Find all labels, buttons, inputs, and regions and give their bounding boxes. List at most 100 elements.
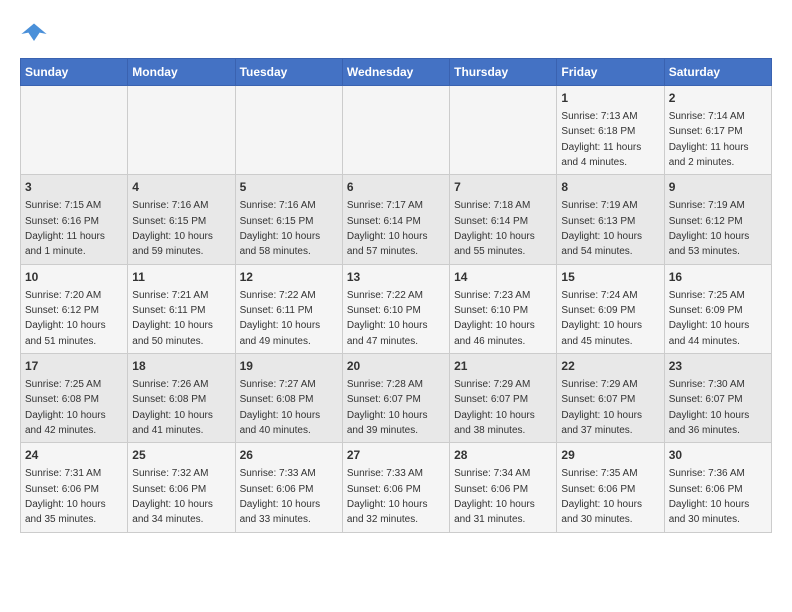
day-info: Sunrise: 7:25 AM Sunset: 6:08 PM Dayligh… xyxy=(25,379,106,436)
day-info: Sunrise: 7:22 AM Sunset: 6:10 PM Dayligh… xyxy=(347,290,428,347)
header-row: SundayMondayTuesdayWednesdayThursdayFrid… xyxy=(21,59,772,86)
day-number: 21 xyxy=(454,358,552,375)
column-header-thursday: Thursday xyxy=(450,59,557,86)
day-number: 16 xyxy=(669,269,767,286)
day-info: Sunrise: 7:24 AM Sunset: 6:09 PM Dayligh… xyxy=(561,290,642,347)
day-number: 4 xyxy=(132,179,230,196)
day-cell: 12 Sunrise: 7:22 AM Sunset: 6:11 PM Dayli… xyxy=(235,264,342,353)
day-cell: 20 Sunrise: 7:28 AM Sunset: 6:07 PM Dayli… xyxy=(342,354,449,443)
day-cell xyxy=(21,86,128,175)
day-number: 19 xyxy=(240,358,338,375)
day-number: 15 xyxy=(561,269,659,286)
day-number: 3 xyxy=(25,179,123,196)
day-info: Sunrise: 7:32 AM Sunset: 6:06 PM Dayligh… xyxy=(132,468,213,525)
day-info: Sunrise: 7:20 AM Sunset: 6:12 PM Dayligh… xyxy=(25,290,106,347)
day-cell: 3 Sunrise: 7:15 AM Sunset: 6:16 PM Daylig… xyxy=(21,175,128,264)
day-info: Sunrise: 7:15 AM Sunset: 6:16 PM Dayligh… xyxy=(25,200,105,257)
day-number: 8 xyxy=(561,179,659,196)
day-info: Sunrise: 7:29 AM Sunset: 6:07 PM Dayligh… xyxy=(454,379,535,436)
week-row-3: 10Sunrise: 7:20 AM Sunset: 6:12 PM Dayli… xyxy=(21,264,772,353)
day-number: 27 xyxy=(347,447,445,464)
day-cell: 18 Sunrise: 7:26 AM Sunset: 6:08 PM Dayli… xyxy=(128,354,235,443)
day-info: Sunrise: 7:16 AM Sunset: 6:15 PM Dayligh… xyxy=(240,200,321,257)
day-number: 2 xyxy=(669,90,767,107)
day-cell: 21 Sunrise: 7:29 AM Sunset: 6:07 PM Dayli… xyxy=(450,354,557,443)
day-info: Sunrise: 7:25 AM Sunset: 6:09 PM Dayligh… xyxy=(669,290,750,347)
day-info: Sunrise: 7:33 AM Sunset: 6:06 PM Dayligh… xyxy=(347,468,428,525)
day-number: 12 xyxy=(240,269,338,286)
day-info: Sunrise: 7:28 AM Sunset: 6:07 PM Dayligh… xyxy=(347,379,428,436)
day-info: Sunrise: 7:18 AM Sunset: 6:14 PM Dayligh… xyxy=(454,200,535,257)
day-cell xyxy=(128,86,235,175)
day-cell: 14 Sunrise: 7:23 AM Sunset: 6:10 PM Dayli… xyxy=(450,264,557,353)
day-number: 23 xyxy=(669,358,767,375)
day-cell: 27 Sunrise: 7:33 AM Sunset: 6:06 PM Dayli… xyxy=(342,443,449,532)
day-cell xyxy=(450,86,557,175)
day-number: 5 xyxy=(240,179,338,196)
day-number: 25 xyxy=(132,447,230,464)
day-number: 17 xyxy=(25,358,123,375)
day-cell: 9 Sunrise: 7:19 AM Sunset: 6:12 PM Daylig… xyxy=(664,175,771,264)
week-row-2: 3 Sunrise: 7:15 AM Sunset: 6:16 PM Daylig… xyxy=(21,175,772,264)
day-cell: 11Sunrise: 7:21 AM Sunset: 6:11 PM Dayli… xyxy=(128,264,235,353)
day-info: Sunrise: 7:35 AM Sunset: 6:06 PM Dayligh… xyxy=(561,468,642,525)
day-cell: 6 Sunrise: 7:17 AM Sunset: 6:14 PM Daylig… xyxy=(342,175,449,264)
day-number: 26 xyxy=(240,447,338,464)
day-info: Sunrise: 7:31 AM Sunset: 6:06 PM Dayligh… xyxy=(25,468,106,525)
day-number: 24 xyxy=(25,447,123,464)
day-number: 28 xyxy=(454,447,552,464)
day-info: Sunrise: 7:22 AM Sunset: 6:11 PM Dayligh… xyxy=(240,290,321,347)
day-info: Sunrise: 7:17 AM Sunset: 6:14 PM Dayligh… xyxy=(347,200,428,257)
day-info: Sunrise: 7:19 AM Sunset: 6:12 PM Dayligh… xyxy=(669,200,750,257)
day-info: Sunrise: 7:16 AM Sunset: 6:15 PM Dayligh… xyxy=(132,200,213,257)
day-info: Sunrise: 7:23 AM Sunset: 6:10 PM Dayligh… xyxy=(454,290,535,347)
day-cell: 16 Sunrise: 7:25 AM Sunset: 6:09 PM Dayli… xyxy=(664,264,771,353)
day-info: Sunrise: 7:34 AM Sunset: 6:06 PM Dayligh… xyxy=(454,468,535,525)
day-number: 30 xyxy=(669,447,767,464)
day-cell: 15 Sunrise: 7:24 AM Sunset: 6:09 PM Dayli… xyxy=(557,264,664,353)
day-cell: 2 Sunrise: 7:14 AM Sunset: 6:17 PM Daylig… xyxy=(664,86,771,175)
column-header-friday: Friday xyxy=(557,59,664,86)
day-number: 7 xyxy=(454,179,552,196)
day-number: 22 xyxy=(561,358,659,375)
day-cell xyxy=(342,86,449,175)
day-number: 18 xyxy=(132,358,230,375)
day-info: Sunrise: 7:36 AM Sunset: 6:06 PM Dayligh… xyxy=(669,468,750,525)
day-cell: 30 Sunrise: 7:36 AM Sunset: 6:06 PM Dayli… xyxy=(664,443,771,532)
day-number: 9 xyxy=(669,179,767,196)
column-header-saturday: Saturday xyxy=(664,59,771,86)
logo xyxy=(20,20,52,48)
day-cell: 19 Sunrise: 7:27 AM Sunset: 6:08 PM Dayli… xyxy=(235,354,342,443)
day-info: Sunrise: 7:26 AM Sunset: 6:08 PM Dayligh… xyxy=(132,379,213,436)
day-info: Sunrise: 7:29 AM Sunset: 6:07 PM Dayligh… xyxy=(561,379,642,436)
calendar-body: 1Sunrise: 7:13 AM Sunset: 6:18 PM Daylig… xyxy=(21,86,772,533)
calendar-header: SundayMondayTuesdayWednesdayThursdayFrid… xyxy=(21,59,772,86)
day-info: Sunrise: 7:27 AM Sunset: 6:08 PM Dayligh… xyxy=(240,379,321,436)
day-cell: 26Sunrise: 7:33 AM Sunset: 6:06 PM Dayli… xyxy=(235,443,342,532)
day-info: Sunrise: 7:13 AM Sunset: 6:18 PM Dayligh… xyxy=(561,111,641,168)
day-cell: 1Sunrise: 7:13 AM Sunset: 6:18 PM Daylig… xyxy=(557,86,664,175)
day-number: 6 xyxy=(347,179,445,196)
day-cell: 23Sunrise: 7:30 AM Sunset: 6:07 PM Dayli… xyxy=(664,354,771,443)
day-info: Sunrise: 7:21 AM Sunset: 6:11 PM Dayligh… xyxy=(132,290,213,347)
logo-icon xyxy=(20,20,48,48)
week-row-5: 24 Sunrise: 7:31 AM Sunset: 6:06 PM Dayli… xyxy=(21,443,772,532)
day-cell: 28 Sunrise: 7:34 AM Sunset: 6:06 PM Dayli… xyxy=(450,443,557,532)
column-header-sunday: Sunday xyxy=(21,59,128,86)
calendar-table: SundayMondayTuesdayWednesdayThursdayFrid… xyxy=(20,58,772,533)
day-cell: 29 Sunrise: 7:35 AM Sunset: 6:06 PM Dayli… xyxy=(557,443,664,532)
day-cell: 17 Sunrise: 7:25 AM Sunset: 6:08 PM Dayli… xyxy=(21,354,128,443)
week-row-1: 1Sunrise: 7:13 AM Sunset: 6:18 PM Daylig… xyxy=(21,86,772,175)
day-number: 20 xyxy=(347,358,445,375)
day-cell: 10Sunrise: 7:20 AM Sunset: 6:12 PM Dayli… xyxy=(21,264,128,353)
day-cell: 25 Sunrise: 7:32 AM Sunset: 6:06 PM Dayli… xyxy=(128,443,235,532)
day-cell: 22 Sunrise: 7:29 AM Sunset: 6:07 PM Dayli… xyxy=(557,354,664,443)
day-cell: 8Sunrise: 7:19 AM Sunset: 6:13 PM Daylig… xyxy=(557,175,664,264)
day-cell: 5 Sunrise: 7:16 AM Sunset: 6:15 PM Daylig… xyxy=(235,175,342,264)
day-number: 29 xyxy=(561,447,659,464)
page-header xyxy=(20,20,772,48)
day-number: 14 xyxy=(454,269,552,286)
day-cell: 4 Sunrise: 7:16 AM Sunset: 6:15 PM Daylig… xyxy=(128,175,235,264)
column-header-wednesday: Wednesday xyxy=(342,59,449,86)
day-info: Sunrise: 7:14 AM Sunset: 6:17 PM Dayligh… xyxy=(669,111,749,168)
